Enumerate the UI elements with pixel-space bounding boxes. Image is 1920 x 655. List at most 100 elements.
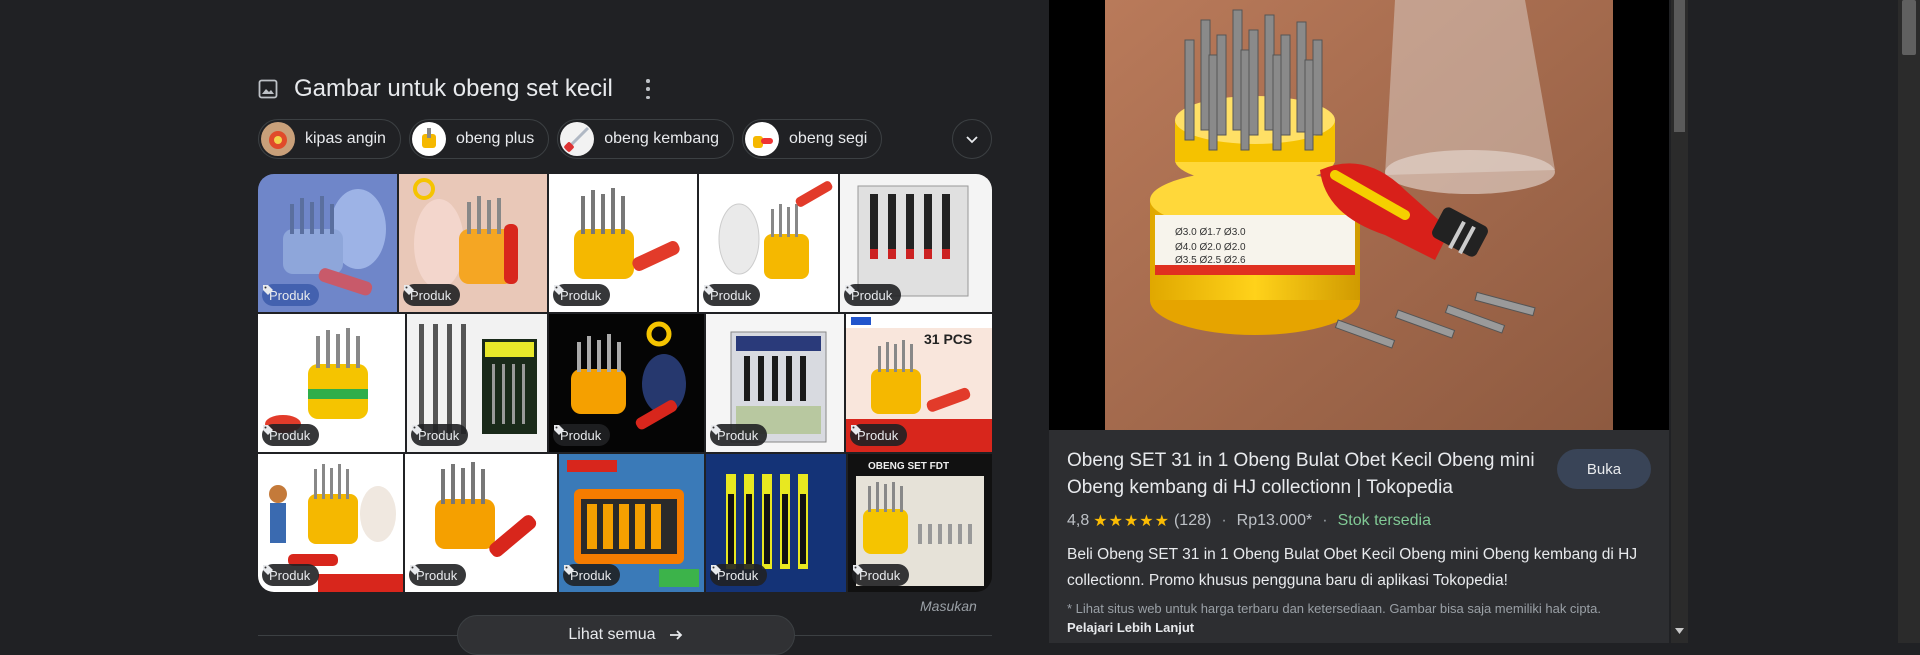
badge-label: Produk — [560, 287, 602, 303]
tag-icon — [410, 565, 420, 575]
see-all-label: Lihat semua — [568, 626, 656, 643]
preview-scrollbar-thumb[interactable] — [1674, 0, 1685, 132]
product-description: Beli Obeng SET 31 in 1 Obeng Bulat Obet … — [1067, 546, 1638, 589]
product-badge: Produk — [703, 284, 761, 306]
image-result-11[interactable]: Produk — [258, 454, 403, 592]
badge-label: Produk — [269, 567, 311, 583]
image-result-4[interactable]: Produk — [699, 174, 838, 312]
preview-image[interactable]: Ø3.0 Ø1.7 Ø3.0 Ø4.0 Ø2.0 Ø2.0 Ø3.5 Ø2.5 … — [1105, 0, 1613, 430]
product-badge: Produk — [553, 284, 611, 306]
learn-more-link[interactable]: Pelajari Lebih Lanjut — [1067, 620, 1194, 635]
badge-label: Produk — [418, 427, 460, 443]
chip-thumbnail — [745, 122, 780, 156]
image-result-2[interactable]: Produk — [399, 174, 547, 312]
section-header: Gambar untuk obeng set kecil — [258, 74, 651, 104]
image-result-8[interactable]: Produk — [549, 314, 704, 452]
separator: · — [1221, 512, 1227, 529]
svg-text:31 PCS: 31 PCS — [924, 331, 972, 347]
tag-icon — [263, 565, 273, 575]
tag-icon — [851, 425, 861, 435]
disclaimer: * Lihat situs web untuk harga terbaru da… — [1067, 599, 1607, 637]
image-result-12[interactable]: Produk — [405, 454, 557, 592]
page-scrollbar[interactable] — [1898, 0, 1920, 643]
price: Rp13.000* — [1236, 512, 1313, 529]
tag-icon — [711, 425, 721, 435]
chip-thumbnail — [560, 122, 595, 156]
rating-value: 4,8 — [1067, 512, 1090, 529]
chip-kipas-angin[interactable]: kipas angin — [258, 119, 401, 159]
arrow-right-icon — [669, 630, 682, 640]
product-badge: Produk — [403, 284, 461, 306]
image-result-13[interactable]: Produk — [559, 454, 704, 592]
badge-label: Produk — [570, 567, 612, 583]
tag-icon — [564, 565, 574, 575]
product-badge: Produk — [262, 424, 320, 446]
chevron-down-icon — [966, 136, 978, 144]
expand-chips-button[interactable] — [952, 119, 992, 159]
image-result-14[interactable]: Produk — [706, 454, 846, 592]
open-button[interactable]: Buka — [1557, 449, 1651, 489]
chip-obeng-kembang[interactable]: obeng kembang — [557, 119, 735, 159]
tag-icon — [853, 565, 863, 575]
badge-label: Produk — [859, 567, 901, 583]
image-result-3[interactable]: Produk — [549, 174, 697, 312]
image-result-9[interactable]: Produk — [706, 314, 844, 452]
product-badge: Produk — [563, 564, 621, 586]
svg-text:OBENG SET FDT: OBENG SET FDT — [868, 461, 949, 472]
product-badge: Produk — [710, 564, 768, 586]
product-badge: Produk — [553, 424, 611, 446]
star-rating-icon: ★★★★★ — [1093, 513, 1170, 530]
image-result-5[interactable]: Produk — [840, 174, 992, 312]
page-scrollbar-thumb[interactable] — [1902, 0, 1916, 55]
svg-text:Ø3.0 Ø1.7 Ø3.0: Ø3.0 Ø1.7 Ø3.0 — [1175, 227, 1246, 238]
see-all-button[interactable]: Lihat semua — [457, 615, 795, 655]
more-options-icon[interactable] — [645, 79, 651, 99]
product-badge: Produk — [411, 424, 469, 446]
product-badge: Produk — [852, 564, 910, 586]
section-title: Gambar untuk obeng set kecil — [294, 75, 613, 102]
image-grid: Produk Produk Produk Produk Produk Produ… — [258, 174, 992, 592]
stock-status: Stok tersedia — [1337, 512, 1431, 529]
tag-icon — [704, 285, 714, 295]
chip-obeng-plus[interactable]: obeng plus — [408, 119, 550, 159]
image-result-7[interactable]: Produk — [407, 314, 547, 452]
scroll-down-arrow-icon[interactable] — [1674, 624, 1685, 638]
image-result-10[interactable]: 31 PCS Produk — [846, 314, 992, 452]
related-search-chips: kipas angin obeng plus obeng kembang obe… — [258, 119, 883, 159]
tag-icon — [412, 425, 422, 435]
feedback-link[interactable]: Masukan — [920, 598, 977, 614]
image-icon — [258, 79, 278, 99]
product-meta: 4,8 ★★★★★ (128) · Rp13.000* · Stok terse… — [1067, 511, 1431, 531]
separator: · — [1322, 512, 1328, 529]
tag-icon — [554, 425, 564, 435]
product-badge: Produk — [710, 424, 768, 446]
chip-label: obeng kembang — [604, 130, 720, 147]
badge-label: Produk — [857, 427, 899, 443]
tag-icon — [845, 285, 855, 295]
preview-title-link[interactable]: Obeng SET 31 in 1 Obeng Bulat Obet Kecil… — [1067, 447, 1537, 501]
chip-thumbnail — [411, 122, 446, 156]
chip-label: kipas angin — [305, 130, 386, 147]
image-result-1[interactable]: Produk — [258, 174, 397, 312]
tag-icon — [711, 565, 721, 575]
badge-label: Produk — [851, 287, 893, 303]
svg-text:Ø4.0 Ø2.0 Ø2.0: Ø4.0 Ø2.0 Ø2.0 — [1175, 242, 1246, 253]
badge-label: Produk — [560, 427, 602, 443]
image-result-6[interactable]: Produk — [258, 314, 405, 452]
preview-image-area: Ø3.0 Ø1.7 Ø3.0 Ø4.0 Ø2.0 Ø2.0 Ø3.5 Ø2.5 … — [1049, 0, 1669, 430]
tag-icon — [554, 285, 564, 295]
badge-label: Produk — [269, 427, 311, 443]
badge-label: Produk — [269, 287, 311, 303]
chip-label: obeng plus — [455, 130, 535, 147]
chip-obeng-segi[interactable]: obeng segi — [742, 119, 883, 159]
tag-icon — [404, 285, 414, 295]
tag-icon — [263, 425, 273, 435]
disclaimer-text: * Lihat situs web untuk harga terbaru da… — [1067, 601, 1602, 616]
product-badge: Produk — [844, 284, 902, 306]
badge-label: Produk — [717, 567, 759, 583]
product-badge: Produk — [262, 564, 320, 586]
badge-label: Produk — [416, 567, 458, 583]
badge-label: Produk — [717, 427, 759, 443]
product-badge: Produk — [409, 564, 467, 586]
image-result-15[interactable]: OBENG SET FDT Produk — [848, 454, 992, 592]
